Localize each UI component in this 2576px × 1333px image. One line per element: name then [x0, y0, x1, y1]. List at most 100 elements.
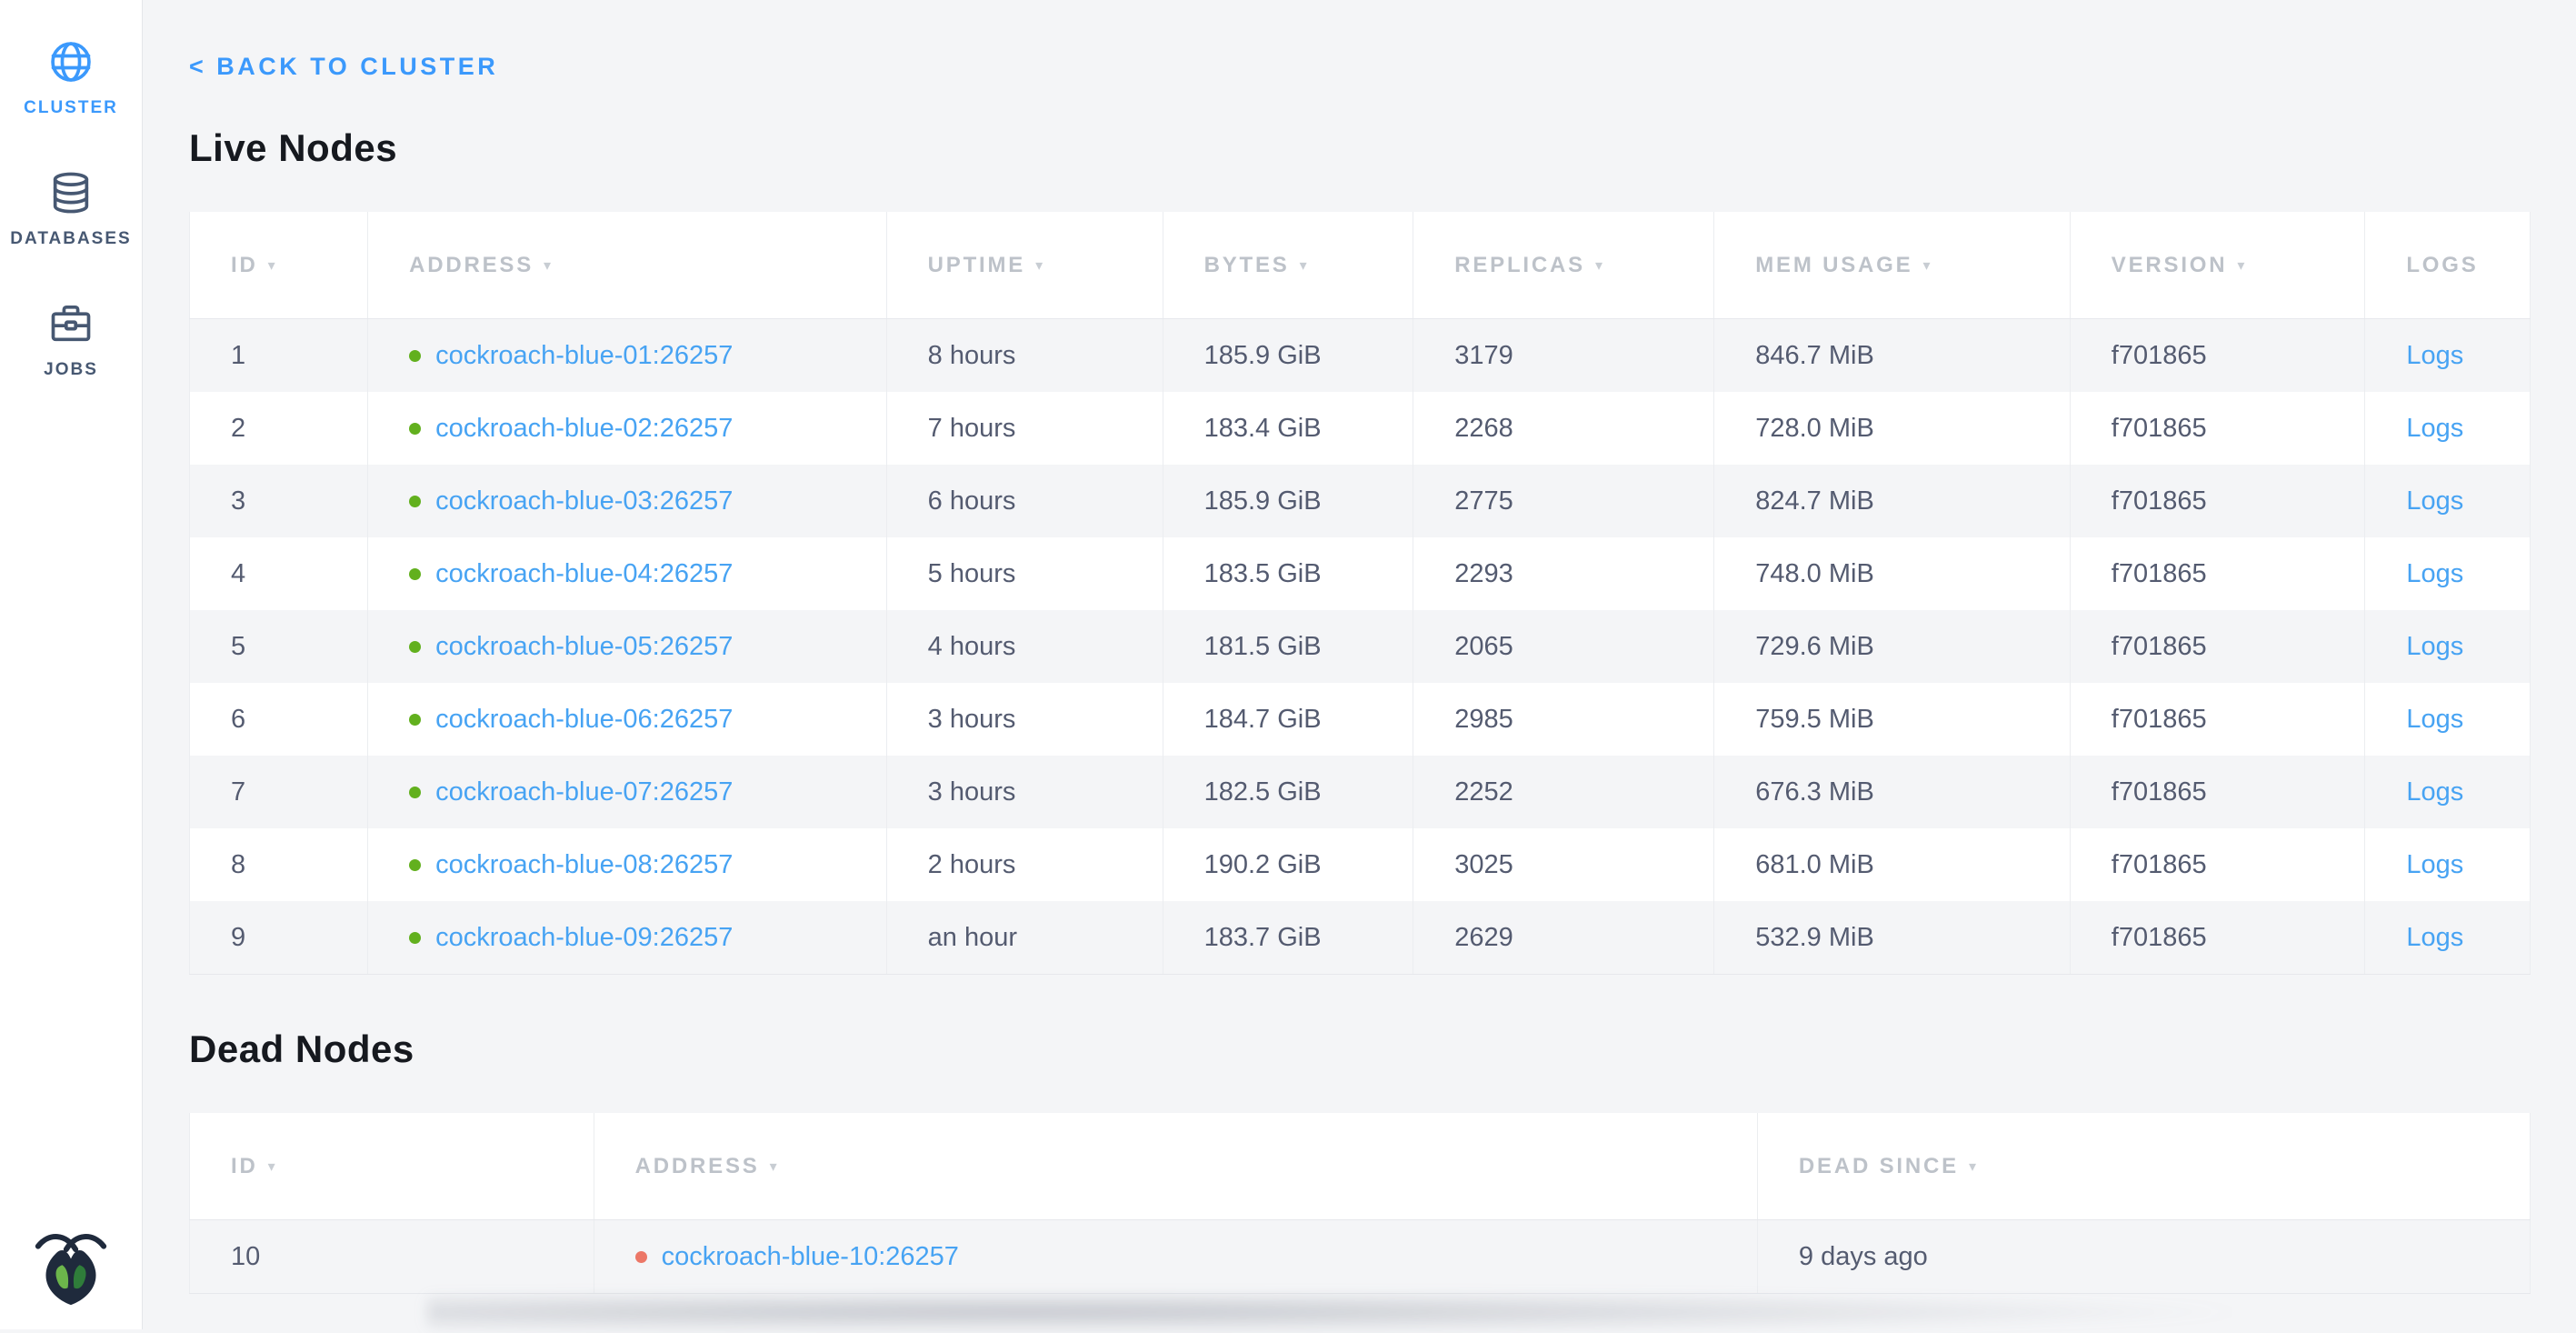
cell-value: 2293	[1454, 559, 1513, 589]
live-status-dot-icon	[409, 496, 421, 507]
cell-value: 5 hours	[928, 559, 1016, 589]
node-address-link[interactable]: cockroach-blue-04:26257	[435, 559, 733, 589]
cell-value: 9	[231, 923, 245, 953]
cell-value: 729.6 MiB	[1755, 632, 1874, 662]
dead-nodes-table: ID▾ADDRESS▾DEAD SINCE▾10cockroach-blue-1…	[189, 1113, 2531, 1294]
cell-value: f701865	[2112, 414, 2207, 444]
cell-value: 181.5 GiB	[1204, 632, 1322, 662]
column-header-version[interactable]: VERSION▾	[2071, 212, 2366, 318]
database-icon	[45, 167, 96, 218]
node-address-link[interactable]: cockroach-blue-03:26257	[435, 486, 733, 516]
cell-id: 7	[189, 756, 368, 828]
live-status-dot-icon	[409, 714, 421, 726]
cell-uptime: 4 hours	[887, 610, 1163, 683]
logs-link[interactable]: Logs	[2406, 923, 2463, 953]
column-header-label: LOGS	[2406, 253, 2478, 278]
column-header-address[interactable]: ADDRESS▾	[594, 1113, 1758, 1219]
node-address-link[interactable]: cockroach-blue-10:26257	[662, 1242, 959, 1272]
sort-arrow-icon: ▾	[1035, 256, 1043, 275]
cell-id: 3	[189, 465, 368, 537]
live-status-dot-icon	[409, 423, 421, 435]
cell-value: 183.4 GiB	[1204, 414, 1322, 444]
logs-link[interactable]: Logs	[2406, 486, 2463, 516]
sidebar-nav: CLUSTER DATABASES	[0, 0, 142, 429]
column-header-logs: LOGS	[2365, 212, 2531, 318]
sort-arrow-icon: ▾	[544, 256, 551, 275]
cell-bytes: 185.9 GiB	[1163, 465, 1414, 537]
table-row: 6cockroach-blue-06:262573 hours184.7 GiB…	[189, 683, 2531, 756]
cell-version: f701865	[2071, 319, 2366, 392]
sidebar-item-databases[interactable]: DATABASES	[0, 167, 142, 249]
column-header-bytes[interactable]: BYTES▾	[1163, 212, 1414, 318]
cell-value: 2268	[1454, 414, 1513, 444]
cell-uptime: 6 hours	[887, 465, 1163, 537]
back-to-cluster-link[interactable]: < BACK TO CLUSTER	[189, 53, 498, 81]
column-header-mem[interactable]: MEM USAGE▾	[1714, 212, 2071, 318]
cockroachdb-bug-logo[interactable]	[31, 1228, 111, 1306]
cell-bytes: 183.7 GiB	[1163, 901, 1414, 974]
cell-value: 182.5 GiB	[1204, 777, 1322, 807]
column-header-id[interactable]: ID▾	[189, 1113, 594, 1219]
cell-version: f701865	[2071, 610, 2366, 683]
cell-value: 2985	[1454, 705, 1513, 735]
logs-link[interactable]: Logs	[2406, 559, 2463, 589]
cell-value: f701865	[2112, 777, 2207, 807]
cell-value: 824.7 MiB	[1755, 486, 1874, 516]
cell-version: f701865	[2071, 828, 2366, 901]
cell-value: 7	[231, 777, 245, 807]
cell-uptime: 3 hours	[887, 756, 1163, 828]
cell-bytes: 184.7 GiB	[1163, 683, 1414, 756]
cell-value: 759.5 MiB	[1755, 705, 1874, 735]
cell-value: 185.9 GiB	[1204, 486, 1322, 516]
node-address-link[interactable]: cockroach-blue-05:26257	[435, 632, 733, 662]
node-address-link[interactable]: cockroach-blue-02:26257	[435, 414, 733, 444]
cell-mem: 729.6 MiB	[1714, 610, 2071, 683]
logs-link[interactable]: Logs	[2406, 414, 2463, 444]
column-header-replicas[interactable]: REPLICAS▾	[1413, 212, 1714, 318]
cell-address: cockroach-blue-08:26257	[368, 828, 887, 901]
cell-replicas: 2293	[1413, 537, 1714, 610]
cell-value: f701865	[2112, 559, 2207, 589]
sidebar-item-jobs[interactable]: JOBS	[0, 298, 142, 380]
logs-link[interactable]: Logs	[2406, 632, 2463, 662]
column-header-label: MEM USAGE	[1755, 253, 1912, 278]
cell-value: 748.0 MiB	[1755, 559, 1874, 589]
cell-value: 2065	[1454, 632, 1513, 662]
logs-link[interactable]: Logs	[2406, 777, 2463, 807]
column-header-label: VERSION	[2112, 253, 2228, 278]
cell-id: 9	[189, 901, 368, 974]
cell-address: cockroach-blue-06:26257	[368, 683, 887, 756]
dead-nodes-title: Dead Nodes	[189, 1027, 2531, 1071]
cell-logs: Logs	[2365, 683, 2531, 756]
cell-address: cockroach-blue-05:26257	[368, 610, 887, 683]
cell-value: 7 hours	[928, 414, 1016, 444]
node-address-link[interactable]: cockroach-blue-01:26257	[435, 341, 733, 371]
column-header-id[interactable]: ID▾	[189, 212, 368, 318]
column-header-address[interactable]: ADDRESS▾	[368, 212, 887, 318]
cell-mem: 759.5 MiB	[1714, 683, 2071, 756]
column-header-dead_since[interactable]: DEAD SINCE▾	[1758, 1113, 2531, 1219]
node-address-link[interactable]: cockroach-blue-06:26257	[435, 705, 733, 735]
column-header-label: ADDRESS	[635, 1154, 760, 1179]
cell-replicas: 2985	[1413, 683, 1714, 756]
cell-id: 5	[189, 610, 368, 683]
cell-logs: Logs	[2365, 319, 2531, 392]
cell-value: 8	[231, 850, 245, 880]
cell-id: 8	[189, 828, 368, 901]
logs-link[interactable]: Logs	[2406, 341, 2463, 371]
node-address-link[interactable]: cockroach-blue-08:26257	[435, 850, 733, 880]
column-header-label: REPLICAS	[1454, 253, 1585, 278]
sidebar-item-cluster[interactable]: CLUSTER	[0, 36, 142, 118]
logs-link[interactable]: Logs	[2406, 705, 2463, 735]
node-address-link[interactable]: cockroach-blue-07:26257	[435, 777, 733, 807]
cell-replicas: 2268	[1413, 392, 1714, 465]
cell-address: cockroach-blue-01:26257	[368, 319, 887, 392]
column-header-uptime[interactable]: UPTIME▾	[887, 212, 1163, 318]
node-address-link[interactable]: cockroach-blue-09:26257	[435, 923, 733, 953]
cell-value: f701865	[2112, 486, 2207, 516]
page-bottom-shadow	[427, 1295, 2236, 1333]
logs-link[interactable]: Logs	[2406, 850, 2463, 880]
cell-mem: 681.0 MiB	[1714, 828, 2071, 901]
live-status-dot-icon	[409, 568, 421, 580]
cell-value: 3179	[1454, 341, 1513, 371]
